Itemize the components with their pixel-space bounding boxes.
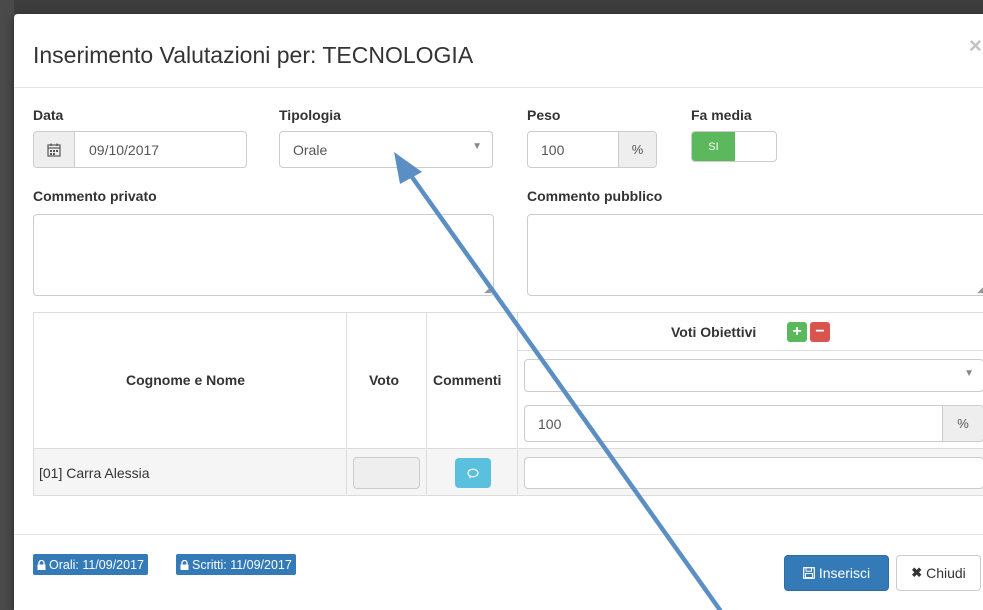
annotation-arrow bbox=[394, 152, 723, 610]
